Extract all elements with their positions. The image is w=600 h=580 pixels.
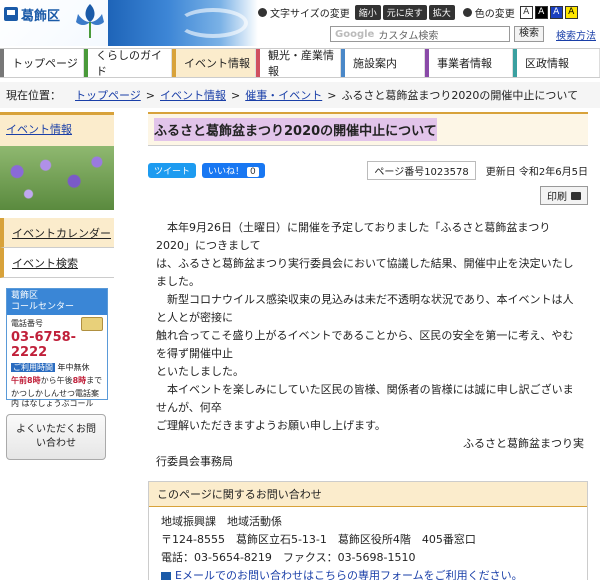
sidebar-item-event-calendar[interactable]: イベントカレンダー: [0, 218, 114, 248]
contact-box: このページに関するお問い合わせ 地域振興課 地域活動係 〒124-8555 葛飾…: [148, 481, 588, 580]
breadcrumb-events[interactable]: イベント情報: [160, 87, 226, 103]
sidebar: イベント情報 イベントカレンダー イベント検索 葛飾区 コールセンター 電話番号…: [0, 112, 114, 580]
like-count: 0: [247, 166, 259, 177]
breadcrumb-separator: >: [145, 88, 155, 102]
hours-from: 午前8時: [11, 376, 41, 385]
call-center-title-line2: コールセンター: [11, 302, 75, 312]
paragraph: 本年9月26日（土曜日）に開催を予定しておりました「ふるさと葛飾盆まつり2020…: [156, 221, 551, 252]
color-white-button[interactable]: A: [519, 5, 533, 19]
hours-to: 8時: [72, 376, 87, 385]
nav-facilities[interactable]: 施設案内: [341, 49, 425, 77]
color-black-button[interactable]: A: [534, 5, 548, 19]
signature: ふるさと葛飾盆まつり実: [463, 437, 584, 450]
hours-end: まで: [86, 376, 103, 385]
contact-details: 地域振興課 地域活動係 〒124-8555 葛飾区立石5-13-1 葛飾区役所4…: [149, 507, 587, 580]
text-size-label: 文字サイズの変更: [270, 8, 350, 20]
sidebar-item-label: イベントカレンダー: [12, 226, 111, 240]
breadcrumb: 現在位置： トップページ > イベント情報 > 催事・イベント > ふるさと葛飾…: [0, 82, 600, 108]
call-center-hours-time: 午前8時から午後8時まで: [11, 375, 103, 386]
search-button[interactable]: 検索: [514, 26, 544, 42]
main-content: ふるさと葛飾盆まつり2020の開催中止について ツイート いいね！ 0 ページ番号…: [148, 112, 588, 580]
printer-icon: [571, 191, 581, 200]
contact-address: 〒124-8555 葛飾区立石5-13-1 葛飾区役所4階 405番窓口: [161, 533, 476, 546]
site-search: Google カスタム検索 検索 検索方法: [330, 26, 596, 42]
page-meta: ツイート いいね！ 0 ページ番号1023578 更新日 令和2年6月5日: [148, 160, 588, 180]
sidebar-title-link[interactable]: イベント情報: [6, 123, 72, 136]
color-yellow-button[interactable]: A: [564, 5, 578, 19]
page-number: ページ番号1023578: [367, 160, 476, 180]
paragraph: ご理解いただきますようお願い申し上げます。: [156, 419, 386, 432]
breadcrumb-label: 現在位置：: [6, 89, 61, 102]
book-icon: [81, 317, 103, 331]
google-label: Google: [335, 28, 375, 40]
sidebar-item-event-search[interactable]: イベント検索: [0, 248, 114, 278]
breadcrumb-festivals[interactable]: 催事・イベント: [245, 87, 322, 103]
global-nav: トップページ くらしのガイド イベント情報 観光・産業情報 施設案内 事業者情報…: [0, 48, 600, 78]
breadcrumb-separator: >: [327, 88, 337, 102]
article-body: 本年9月26日（土曜日）に開催を予定しておりました「ふるさと葛飾盆まつり2020…: [148, 219, 576, 435]
paragraph: 本イベントを楽しみにしていた区民の皆様、関係者の皆様には誠に申し訳ございませんが…: [156, 383, 574, 414]
site-header: 葛飾区 文字サイズの変更 縮小 元に戻す 拡大 色の変更 A A A A Goo…: [0, 0, 600, 46]
like-button[interactable]: いいね！ 0: [202, 162, 265, 178]
nav-top[interactable]: トップページ: [0, 49, 84, 77]
color-blue-button[interactable]: A: [549, 5, 563, 19]
contact-dept: 地域振興課 地域活動係: [161, 515, 282, 528]
text-size-icon: [258, 7, 267, 17]
call-center-banner[interactable]: 葛飾区 コールセンター 電話番号 03-6758-2222 ご利用時間 年中無休…: [6, 288, 108, 408]
color-change-icon: [462, 7, 472, 17]
hours-days: 年中無休: [57, 363, 90, 372]
contact-phone: 電話：03-5654-8219 ファクス：03-5698-1510: [161, 551, 416, 564]
logo-icon: [4, 7, 18, 21]
iris-field-photo: [0, 146, 114, 210]
paragraph: は、ふるさと葛飾盆まつり実行委員会において協議した結果、開催中止を決定いたしまし…: [156, 257, 574, 288]
iris-flower-icon: [76, 4, 104, 38]
breadcrumb-separator: >: [231, 88, 241, 102]
call-center-tel: 03-6758-2222: [11, 330, 77, 360]
logo-mark: 葛飾区: [4, 5, 66, 24]
tweet-button[interactable]: ツイート: [148, 162, 197, 178]
nav-living-guide[interactable]: くらしのガイド: [84, 49, 172, 78]
reset-text-button[interactable]: 元に戻す: [382, 4, 427, 20]
nav-tourism[interactable]: 観光・産業情報: [256, 49, 341, 78]
search-placeholder: カスタム検索: [378, 30, 439, 42]
paragraph: といたしました。: [156, 365, 244, 378]
breadcrumb-current: ふるさと葛飾盆まつり2020の開催中止について: [341, 89, 579, 102]
page-title-text: ふるさと葛飾盆まつり2020の開催中止について: [154, 118, 437, 141]
site-name: 葛飾区: [21, 8, 61, 24]
nav-administration[interactable]: 区政情報: [513, 49, 600, 77]
color-change-label: 色の変更: [474, 8, 515, 20]
shrink-text-button[interactable]: 縮小: [354, 4, 381, 20]
nav-business[interactable]: 事業者情報: [425, 49, 513, 77]
contact-email-link[interactable]: Eメールでのお問い合わせはこちらの専用フォームをご利用ください。: [175, 569, 523, 580]
paragraph: 触れ合ってこそ盛り上がるイベントであることから、区民の安全を第一に考え、やむを得…: [156, 329, 574, 360]
mail-icon: [161, 572, 171, 580]
nav-events[interactable]: イベント情報: [172, 49, 256, 77]
signature-continued: 行委員会事務局: [156, 455, 233, 468]
paragraph: 新型コロナウイルス感染収束の見込みは未だ不透明な状況であり、本イベントは人と人と…: [156, 293, 574, 324]
faq-button[interactable]: よくいただくお問い合わせ: [6, 414, 106, 460]
print-button[interactable]: 印刷: [540, 186, 588, 205]
search-input[interactable]: Google カスタム検索: [330, 26, 510, 42]
hours-tag: ご利用時間: [11, 363, 55, 372]
sidebar-title[interactable]: イベント情報: [0, 112, 114, 146]
contact-email-row: Eメールでのお問い合わせはこちらの専用フォームをご利用ください。: [161, 567, 575, 580]
header-banner-image: [108, 0, 258, 46]
contact-heading: このページに関するお問い合わせ: [149, 482, 587, 507]
page-title: ふるさと葛飾盆まつり2020の開催中止について: [148, 112, 588, 146]
like-label: いいね！: [208, 166, 245, 177]
breadcrumb-top[interactable]: トップページ: [75, 87, 141, 103]
hours-mid: から午後: [40, 376, 73, 385]
enlarge-text-button[interactable]: 拡大: [428, 4, 455, 20]
call-center-title-line1: 葛飾区: [11, 291, 39, 301]
site-logo[interactable]: 葛飾区: [0, 0, 108, 46]
accessibility-tools: 文字サイズの変更 縮小 元に戻す 拡大 色の変更 A A A A: [258, 4, 580, 20]
sidebar-item-label: イベント検索: [12, 256, 78, 270]
call-center-title: 葛飾区 コールセンター: [7, 289, 107, 315]
print-label: 印刷: [547, 192, 567, 203]
call-center-footer: かつしかしんせつ電話案内 はなしょうぶコール: [11, 389, 99, 408]
search-help-link[interactable]: 検索方法: [556, 27, 596, 42]
updated-date: 更新日 令和2年6月5日: [485, 166, 588, 178]
call-center-hours: ご利用時間 年中無休: [11, 362, 103, 373]
